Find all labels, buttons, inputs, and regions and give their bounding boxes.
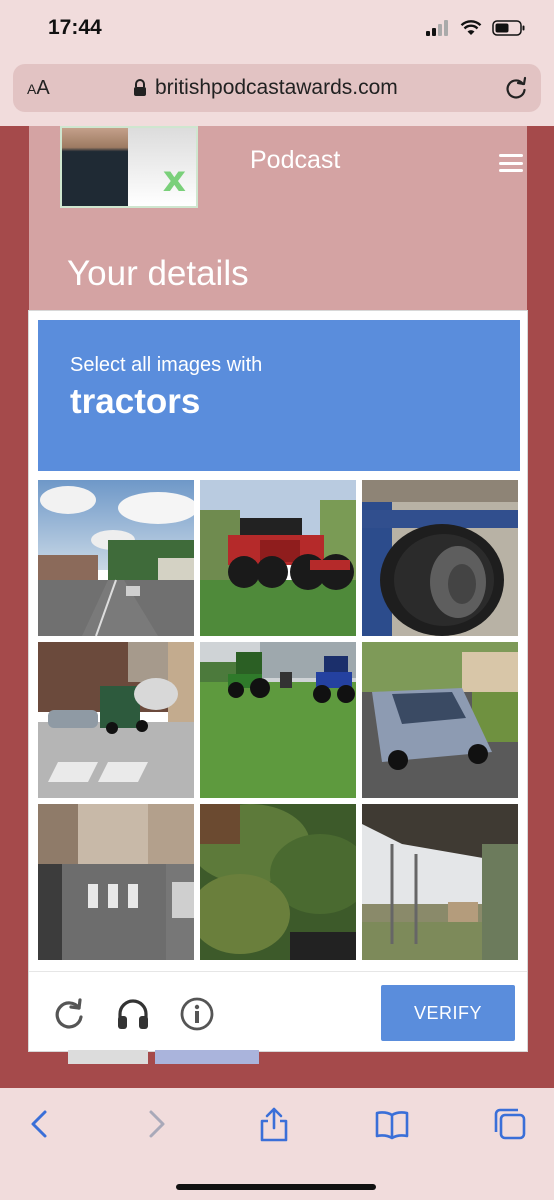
- wifi-icon: [460, 20, 482, 35]
- tabs-icon[interactable]: [492, 1106, 528, 1142]
- forward-icon[interactable]: [138, 1106, 174, 1142]
- page-content: x Podcast Your details Select all images…: [0, 126, 554, 1088]
- hidden-button-strip: [155, 1050, 259, 1064]
- signal-icon: [426, 20, 448, 36]
- captcha-tile-9[interactable]: [362, 804, 518, 960]
- captcha-challenge: Select all images with tractors VERIFY: [28, 310, 528, 1052]
- logo-person-image: [62, 128, 128, 206]
- aa-big-label: A: [36, 77, 50, 99]
- lock-icon: [134, 79, 146, 96]
- blue-suv-image: [362, 642, 518, 798]
- info-icon[interactable]: [179, 996, 215, 1032]
- captcha-footer: VERIFY: [29, 971, 527, 1052]
- overpass-image: [362, 804, 518, 960]
- street-image: [38, 480, 194, 636]
- verify-button[interactable]: VERIFY: [381, 985, 515, 1041]
- status-time: 17:44: [48, 16, 102, 39]
- home-indicator: [176, 1184, 376, 1190]
- green-blue-tractors-image: [200, 642, 356, 798]
- site-header-card: x Podcast Your details: [29, 126, 527, 316]
- hedge-image: [200, 804, 356, 960]
- bookmarks-icon[interactable]: [374, 1106, 410, 1142]
- captcha-tile-8[interactable]: [200, 804, 356, 960]
- captcha-tile-7[interactable]: [38, 804, 194, 960]
- reader-settings-button[interactable]: AA: [27, 77, 50, 100]
- reload-icon[interactable]: [503, 75, 529, 101]
- red-tractor-image: [200, 480, 356, 636]
- captcha-tile-1[interactable]: [38, 480, 194, 636]
- hidden-field-strip: [68, 1050, 148, 1064]
- menu-icon[interactable]: [499, 154, 523, 172]
- captcha-image-grid: [38, 480, 520, 962]
- captcha-tile-4[interactable]: [38, 642, 194, 798]
- page-title: Your details: [67, 254, 249, 293]
- battery-icon: [492, 20, 525, 36]
- captcha-instruction: Select all images with: [70, 354, 263, 376]
- city-street-image: [38, 804, 194, 960]
- share-icon[interactable]: [256, 1106, 292, 1142]
- status-bar: 17:44: [0, 0, 554, 58]
- url-text: britishpodcastawards.com: [155, 76, 398, 99]
- aa-small-label: A: [27, 81, 37, 97]
- captcha-tile-3[interactable]: [362, 480, 518, 636]
- captcha-tile-6[interactable]: [362, 642, 518, 798]
- status-icons: [426, 20, 526, 36]
- tractor-tire-image: [362, 480, 518, 636]
- captcha-tile-2[interactable]: [200, 480, 356, 636]
- captcha-header: Select all images with tractors: [38, 320, 520, 471]
- url-display[interactable]: britishpodcastawards.com: [133, 76, 398, 100]
- back-icon[interactable]: [22, 1106, 58, 1142]
- captcha-target: tractors: [70, 382, 201, 421]
- reload-icon[interactable]: [51, 996, 87, 1032]
- podcast-label: Podcast: [250, 146, 341, 174]
- captcha-tile-5[interactable]: [200, 642, 356, 798]
- headphones-icon[interactable]: [115, 996, 151, 1032]
- logo-x-mark: x: [162, 159, 186, 200]
- address-bar[interactable]: AA britishpodcastawards.com: [13, 64, 541, 112]
- cement-truck-image: [38, 642, 194, 798]
- podcast-logo[interactable]: x: [60, 126, 198, 208]
